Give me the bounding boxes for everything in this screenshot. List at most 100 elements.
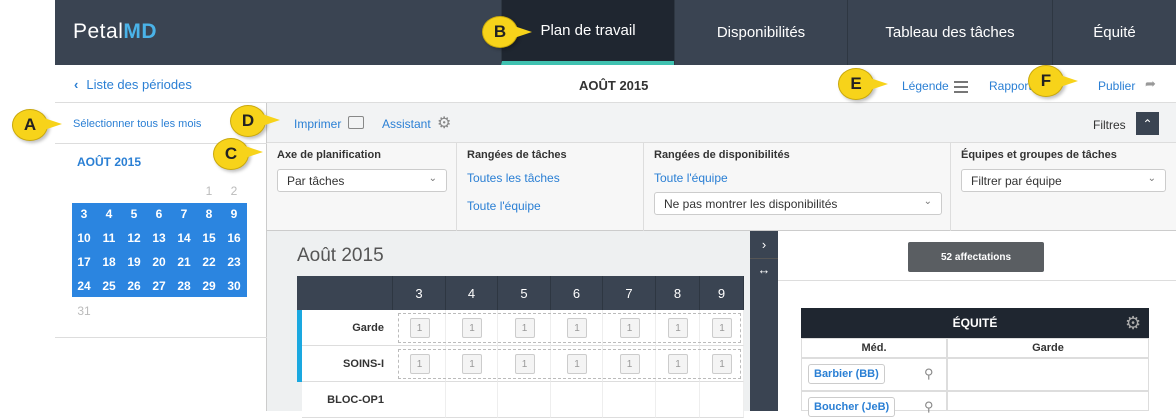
calendar-day[interactable]: 18 <box>97 251 121 272</box>
axis-filter: Axe de planification Par tâches ⌄ <box>267 143 457 231</box>
column-header-med: Méd. <box>801 338 947 358</box>
chevron-right-icon[interactable]: › <box>750 233 778 255</box>
equity-header: ÉQUITÉ <box>801 308 1149 338</box>
schedule-cell[interactable] <box>393 382 446 418</box>
day-column-header: 4 <box>446 276 498 310</box>
share-arrow-icon[interactable]: ➦ <box>1145 76 1156 92</box>
select-all-months-link[interactable]: Sélectionner tous les mois <box>73 118 201 130</box>
brand-logo[interactable]: PetalMD <box>73 20 157 44</box>
calendar-day[interactable]: 17 <box>72 251 96 272</box>
schedule-title: Août 2015 <box>297 245 384 266</box>
calendar-day[interactable]: 9 <box>222 203 246 224</box>
month-label[interactable]: AOÛT 2015 <box>77 155 141 169</box>
publish-link[interactable]: Publier <box>1098 79 1135 93</box>
schedule-cell[interactable] <box>603 382 656 418</box>
whole-team-link[interactable]: Toute l'équipe <box>467 199 633 213</box>
calendar-day[interactable]: 13 <box>147 227 171 248</box>
legend-link[interactable]: Légende <box>902 79 949 93</box>
day-column-header: 9 <box>700 276 744 310</box>
calendar-day[interactable]: 11 <box>97 227 121 248</box>
schedule-cell[interactable] <box>498 382 551 418</box>
gear-icon[interactable]: ⚙ <box>1125 313 1141 334</box>
row-indicator <box>297 310 302 382</box>
table-cell <box>947 358 1149 391</box>
calendar-day[interactable]: 6 <box>147 203 171 224</box>
callout-b: B <box>482 16 518 48</box>
calendar-day[interactable]: 28 <box>172 275 196 296</box>
search-icon[interactable]: ⚲ <box>924 399 934 415</box>
nav-tab-tableau-des-taches[interactable]: Tableau des tâches <box>847 0 1052 65</box>
calendar-day[interactable]: 25 <box>97 275 121 296</box>
task-row-label[interactable]: BLOC-OP1 <box>302 382 394 418</box>
schedule-cell[interactable] <box>700 382 744 418</box>
back-to-periods-link[interactable]: ‹ Liste des périodes <box>74 77 192 92</box>
calendar-day[interactable]: 23 <box>222 251 246 272</box>
task-row-label[interactable]: Garde <box>302 310 394 346</box>
filters-label: Filtres <box>1093 118 1126 132</box>
task-row-label[interactable]: SOINS-I <box>302 346 394 382</box>
calendar-day[interactable]: 31 <box>72 300 96 321</box>
search-icon[interactable]: ⚲ <box>924 366 934 382</box>
assistant-button[interactable]: Assistant <box>382 117 431 131</box>
chevron-down-icon: ⌄ <box>428 173 437 184</box>
calendar-day[interactable]: 30 <box>222 275 246 296</box>
calendar-day[interactable]: 15 <box>197 227 221 248</box>
schedule-cell[interactable] <box>446 382 498 418</box>
calendar-day[interactable]: 27 <box>147 275 171 296</box>
calendar-day[interactable]: 16 <box>222 227 246 248</box>
gear-icon[interactable]: ⚙ <box>437 113 451 133</box>
calendar-day[interactable]: 20 <box>147 251 171 272</box>
calendar-day[interactable]: 26 <box>122 275 146 296</box>
calendar-day[interactable]: 21 <box>172 251 196 272</box>
doctor-chip[interactable]: Boucher (JeB) <box>808 397 896 417</box>
divider <box>778 280 1176 281</box>
callout-pointer <box>1060 75 1078 87</box>
assignments-count-badge[interactable]: 52 affectations <box>908 242 1044 272</box>
day-column-header: 7 <box>603 276 656 310</box>
calendar-day[interactable]: 1 <box>197 180 221 201</box>
print-button[interactable]: Imprimer <box>294 117 341 131</box>
all-tasks-link[interactable]: Toutes les tâches <box>467 171 633 185</box>
schedule-cell[interactable] <box>551 382 603 418</box>
calendar-day[interactable]: 29 <box>197 275 221 296</box>
divider <box>55 337 267 338</box>
day-column-header: 5 <box>498 276 551 310</box>
nav-tab-disponibilites[interactable]: Disponibilités <box>674 0 847 65</box>
day-column-header: 3 <box>393 276 446 310</box>
callout-d: D <box>230 105 266 137</box>
calendar-day[interactable]: 4 <box>97 203 121 224</box>
calendar-day[interactable]: 2 <box>222 180 246 201</box>
calendar-day[interactable]: 8 <box>197 203 221 224</box>
calendar-day[interactable]: 10 <box>72 227 96 248</box>
menu-lines-icon[interactable] <box>954 81 968 93</box>
axis-select[interactable]: Par tâches ⌄ <box>277 169 447 192</box>
calendar-day[interactable]: 12 <box>122 227 146 248</box>
dashed-slot-outline <box>398 349 741 379</box>
doctor-chip[interactable]: Barbier (BB) <box>808 364 885 384</box>
chevron-up-icon[interactable]: ⌃ <box>1136 112 1159 135</box>
printer-icon[interactable] <box>348 116 364 129</box>
schedule-cell[interactable] <box>656 382 700 418</box>
resize-arrows-icon[interactable]: ↔ <box>750 258 778 280</box>
chevron-down-icon: ⌄ <box>923 196 932 207</box>
calendar-day[interactable]: 5 <box>122 203 146 224</box>
callout-pointer <box>870 78 888 90</box>
availability-rows-label: Rangées de disponibilités <box>654 149 790 161</box>
calendar-day[interactable]: 3 <box>72 203 96 224</box>
availability-team-link[interactable]: Toute l'équipe <box>654 171 940 185</box>
availability-rows-filter: Rangées de disponibilités Toute l'équipe… <box>644 143 951 231</box>
calendar-day[interactable]: 7 <box>172 203 196 224</box>
calendar-day[interactable]: 19 <box>122 251 146 272</box>
teams-select[interactable]: Filtrer par équipe ⌄ <box>961 169 1166 192</box>
availability-select[interactable]: Ne pas montrer les disponibilités ⌄ <box>654 192 942 215</box>
callout-pointer <box>514 26 532 38</box>
calendar-day[interactable]: 14 <box>172 227 196 248</box>
calendar-day[interactable]: 24 <box>72 275 96 296</box>
task-rows-filter: Rangées de tâches Toutes les tâches Tout… <box>457 143 644 231</box>
calendar-day[interactable]: 22 <box>197 251 221 272</box>
grid-header-corner <box>297 276 393 310</box>
nav-tab-equite[interactable]: Équité <box>1052 0 1176 65</box>
task-rows-label: Rangées de tâches <box>467 149 567 161</box>
callout-pointer <box>245 146 263 158</box>
callout-a: A <box>12 109 48 141</box>
